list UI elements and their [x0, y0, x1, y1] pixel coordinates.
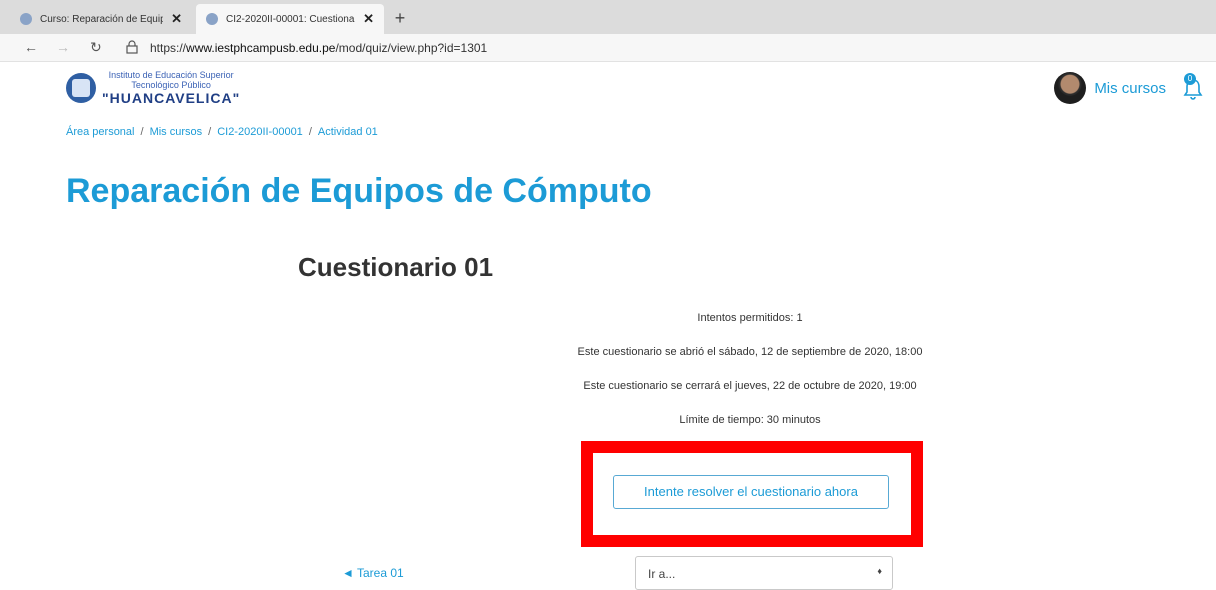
logo-text: Instituto de Educación Superior Tecnológ…	[102, 70, 240, 106]
breadcrumb-item-actividad[interactable]: Actividad 01	[318, 126, 378, 138]
logo-name: "HUANCAVELICA"	[102, 90, 241, 106]
back-arrow-icon[interactable]: ←	[24, 39, 38, 55]
quiz-close-date: Este cuestionario se cerrará el jueves, …	[583, 380, 917, 392]
forward-arrow-icon[interactable]: →	[56, 39, 70, 55]
quiz-attempts-allowed: Intentos permitidos: 1	[697, 312, 803, 324]
url-prefix: https://	[150, 41, 187, 55]
select-arrow-icon: ♦	[877, 566, 882, 576]
breadcrumb-item-area-personal[interactable]: Área personal	[66, 126, 135, 138]
url-path: /mod/quiz/view.php?id=1301	[335, 41, 488, 55]
logo-line2: Tecnológico Público	[131, 80, 211, 90]
browser-tab-course[interactable]: Curso: Reparación de Equipos d ✕	[10, 4, 192, 34]
page-title: Reparación de Equipos de Cómputo	[66, 172, 652, 210]
close-tab-icon[interactable]: ✕	[171, 11, 182, 27]
breadcrumb-separator: /	[308, 126, 312, 138]
start-attempt-button[interactable]: Intente resolver el cuestionario ahora	[613, 475, 889, 509]
notification-count-badge: 0	[1184, 73, 1196, 85]
logo-line1: Instituto de Educación Superior	[108, 70, 234, 80]
avatar[interactable]	[1054, 72, 1087, 104]
close-tab-icon[interactable]: ✕	[363, 11, 374, 27]
quiz-time-limit: Límite de tiempo: 30 minutos	[679, 414, 821, 426]
breadcrumb-separator: /	[208, 126, 212, 138]
browser-tab-bar: Curso: Reparación de Equipos d ✕ CI2-202…	[0, 0, 1216, 34]
institute-emblem-icon	[66, 73, 96, 103]
url-domain: www.iestphcampusb.edu.pe	[186, 41, 336, 55]
quiz-title: Cuestionario 01	[298, 252, 494, 282]
breadcrumb: Área personal / Mis cursos / CI2-2020II-0000…	[66, 126, 378, 138]
moodle-favicon-icon	[206, 13, 218, 25]
address-bar: ← → ↻ https://www.iestphcampusb.edu.pe/m…	[0, 34, 1216, 62]
user-menu: Mis cursos 0	[1054, 72, 1204, 104]
tab-title: CI2-2020II-00001: Cuestionario	[226, 13, 356, 25]
mis-cursos-link[interactable]: Mis cursos	[1094, 80, 1166, 97]
moodle-favicon-icon	[20, 13, 32, 25]
url-field[interactable]: https://www.iestphcampusb.edu.pe/mod/qui…	[150, 41, 487, 55]
tab-title: Curso: Reparación de Equipos d	[40, 13, 164, 25]
browser-tab-quiz[interactable]: CI2-2020II-00001: Cuestionario ✕	[196, 4, 384, 34]
breadcrumb-separator: /	[140, 126, 144, 138]
jump-to-value: Ir a...	[648, 567, 676, 581]
lock-icon	[126, 40, 138, 54]
new-tab-button[interactable]: +	[388, 4, 412, 32]
reload-icon[interactable]: ↻	[90, 39, 102, 56]
site-logo[interactable]: Instituto de Educación Superior Tecnológ…	[66, 70, 240, 106]
breadcrumb-item-mis-cursos[interactable]: Mis cursos	[150, 126, 203, 138]
previous-activity-link[interactable]: ◄ Tarea 01	[342, 566, 404, 580]
breadcrumb-item-course[interactable]: CI2-2020II-00001	[217, 126, 303, 138]
jump-to-select[interactable]: Ir a... ♦	[635, 556, 893, 590]
quiz-opened-date: Este cuestionario se abrió el sábado, 12…	[577, 346, 923, 358]
notifications-button[interactable]: 0	[1182, 73, 1204, 101]
